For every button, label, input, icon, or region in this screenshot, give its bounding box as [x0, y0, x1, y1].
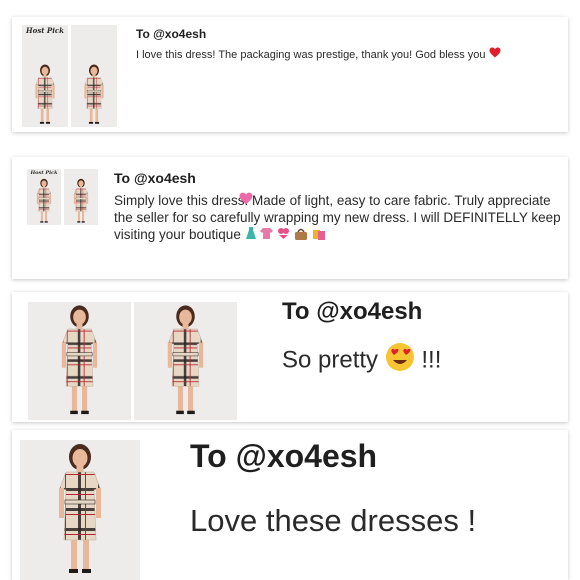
- review-card-1: Host Pick To @xo4esh I love this dress! …: [12, 17, 568, 132]
- dress-model-image: [35, 64, 55, 125]
- sparkling-heart-icon: [239, 192, 253, 210]
- handbag-icon: [294, 227, 308, 244]
- recipient-line: To @xo4esh: [190, 438, 378, 474]
- dress-model-image: [84, 64, 104, 125]
- review-card-3: Host Pick To @xo4esh So pretty !!!: [12, 292, 568, 422]
- review-text: I love this dress! The packaging was pre…: [136, 48, 486, 61]
- product-photo[interactable]: [71, 25, 117, 127]
- recipient-line: To @xo4esh: [282, 298, 423, 325]
- review-text: So pretty: [282, 346, 379, 374]
- review-text: Simply love this dress! Made of light, e…: [114, 193, 561, 242]
- review-message: So pretty !!!: [282, 342, 441, 380]
- recipient-line: To @xo4esh: [114, 170, 196, 186]
- review-photos: Host Pick: [27, 169, 98, 225]
- review-photos: [20, 440, 140, 580]
- review-message: Simply love this dress! Made of light, e…: [114, 192, 562, 244]
- dress-model-image: [36, 178, 52, 223]
- red-heart-icon: [489, 47, 501, 63]
- recipient-line: To @xo4esh: [136, 27, 207, 41]
- shopping-bags-icon: [312, 226, 326, 244]
- review-photos: Host Pick: [22, 25, 117, 127]
- review-card-2: Host Pick To @xo4esh Simply love this dr…: [12, 157, 568, 279]
- product-photo[interactable]: [20, 440, 140, 580]
- product-photo[interactable]: Host Pick: [27, 169, 61, 225]
- bikini-icon: [277, 227, 290, 244]
- product-photo[interactable]: Host Pick: [134, 302, 237, 420]
- review-message: I love this dress! The packaging was pre…: [136, 47, 556, 63]
- dress-model-image: [61, 304, 98, 415]
- product-photo[interactable]: [64, 169, 98, 225]
- dress-model-image: [167, 304, 204, 415]
- shirt-icon: [260, 227, 274, 244]
- review-card-4: To @xo4esh Love these dresses !: [12, 430, 568, 580]
- product-photo[interactable]: [28, 302, 131, 420]
- dress-model-image: [58, 443, 102, 574]
- review-text-suffix: !!!: [421, 346, 442, 374]
- review-photos: Host Pick: [28, 302, 237, 420]
- product-photo[interactable]: Host Pick: [22, 25, 68, 127]
- dress-model-image: [73, 178, 89, 223]
- dress-icon: [245, 226, 257, 244]
- heart-eyes-face-icon: [385, 342, 415, 380]
- review-message: Love these dresses !: [190, 503, 477, 538]
